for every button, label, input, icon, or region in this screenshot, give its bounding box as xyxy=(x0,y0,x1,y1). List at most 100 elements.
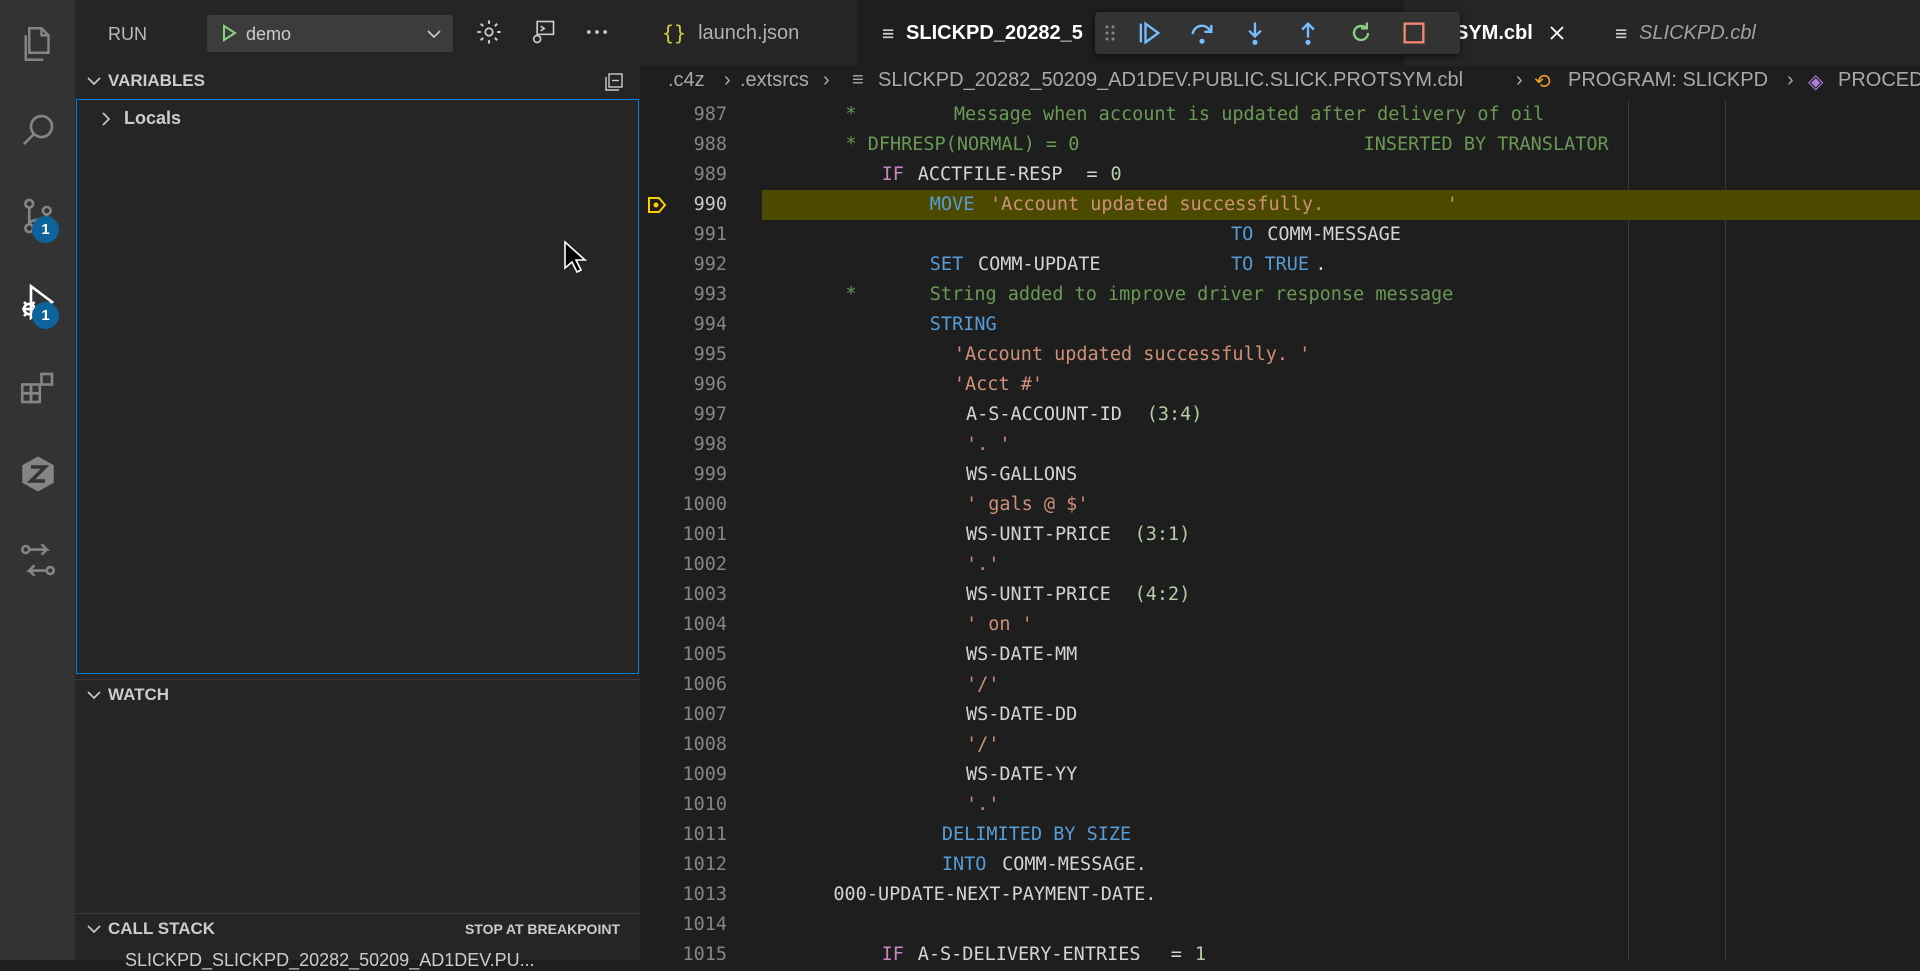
code-line[interactable]: 1003 WS-UNIT-PRICE (4:2) xyxy=(640,580,1920,610)
line-number: 987 xyxy=(693,104,727,125)
debug-console-icon[interactable] xyxy=(529,18,557,46)
code-editor[interactable]: 987 * Message when account is updated afte… xyxy=(640,100,1920,960)
more-actions-icon[interactable] xyxy=(583,18,611,46)
code-token: 000-UPDATE-NEXT-PAYMENT-DATE. xyxy=(833,884,1157,905)
code-line[interactable]: 995 'Account updated successfully. ' xyxy=(640,340,1920,370)
line-number: 1001 xyxy=(682,524,727,545)
call-stack-section-header[interactable]: CALL STACK STOP AT BREAKPOINT xyxy=(75,914,640,944)
code-line[interactable]: 996 'Acct #' xyxy=(640,370,1920,400)
watch-section-header[interactable]: WATCH xyxy=(75,680,640,710)
code-line[interactable]: 997 A-S-ACCOUNT-ID (3:4) xyxy=(640,400,1920,430)
editor-area: {} launch.json ≡ SLICKPD_20282_5 SYM.cbl… xyxy=(640,0,1920,960)
code-line[interactable]: 1012 INTO COMM-MESSAGE. xyxy=(640,850,1920,880)
breadcrumb: .c4z › .extsrcs › ≡ SLICKPD_20282_50209_… xyxy=(640,66,1920,100)
breakpoint-arrow-icon[interactable] xyxy=(646,194,668,216)
code-line[interactable]: 1008 '/' xyxy=(640,730,1920,760)
launch-config-dropdown[interactable]: demo xyxy=(207,15,453,52)
text-file-icon: ≡ xyxy=(852,69,864,91)
variables-section-header[interactable]: VARIABLES xyxy=(75,66,640,96)
code-line[interactable]: 1000 ' gals @ $' xyxy=(640,490,1920,520)
code-line[interactable]: 1007 WS-DATE-DD xyxy=(640,700,1920,730)
line-number: 997 xyxy=(693,404,727,425)
code-line[interactable]: 994 STRING xyxy=(640,310,1920,340)
code-line[interactable]: 992 SET COMM-UPDATE TO TRUE. xyxy=(640,250,1920,280)
breadcrumb-item[interactable]: .c4z xyxy=(668,69,705,92)
start-debugging-icon[interactable] xyxy=(219,23,239,43)
code-line[interactable]: 1004 ' on ' xyxy=(640,610,1920,640)
code-line[interactable]: 988 * DFHRESP(NORMAL) = 0 INSERTED BY TRAN… xyxy=(640,130,1920,160)
chevron-right-icon: › xyxy=(1516,69,1523,91)
explorer-icon[interactable] xyxy=(0,8,75,80)
code-token: 'Account updated successfully. ' xyxy=(953,344,1311,365)
run-debug-icon[interactable]: 1 xyxy=(0,266,75,338)
chevron-down-icon xyxy=(87,691,101,700)
code-token: 'Acct #' xyxy=(953,374,1043,395)
tab-slickpd-cbl[interactable]: ≡ SLICKPD.cbl xyxy=(1615,0,1756,66)
breadcrumb-item[interactable]: .extsrcs xyxy=(740,69,809,92)
tab-label: SLICKPD_20282_5 xyxy=(906,21,1083,44)
step-over-icon[interactable] xyxy=(1188,19,1216,47)
remote-icon[interactable] xyxy=(0,524,75,596)
code-line[interactable]: 1015 IF A-S-DELIVERY-ENTRIES = 1 xyxy=(640,940,1920,960)
code-line[interactable]: 1005 WS-DATE-MM xyxy=(640,640,1920,670)
source-control-icon[interactable]: 1 xyxy=(0,180,75,252)
code-line[interactable]: 1013 000-UPDATE-NEXT-PAYMENT-DATE. xyxy=(640,880,1920,910)
variables-panel[interactable]: Locals xyxy=(76,99,639,674)
line-number: 1002 xyxy=(682,554,727,575)
search-icon[interactable] xyxy=(0,94,75,166)
breadcrumb-item[interactable]: PROCED xyxy=(1838,69,1920,92)
code-token: Message when account is updated after de… xyxy=(953,104,1545,125)
code-line[interactable]: 999 WS-GALLONS xyxy=(640,460,1920,490)
code-line[interactable]: 1010 '.' xyxy=(640,790,1920,820)
code-token: DELIMITED BY SIZE xyxy=(941,824,1132,845)
code-line[interactable]: 990 MOVE 'Account updated successfully. ' xyxy=(640,190,1920,220)
step-out-icon[interactable] xyxy=(1294,19,1322,47)
program-symbol-icon: ⟲ xyxy=(1534,71,1551,93)
line-number: 991 xyxy=(693,224,727,245)
breadcrumb-item[interactable]: PROGRAM: SLICKPD xyxy=(1568,69,1768,92)
gear-icon[interactable] xyxy=(475,18,503,46)
code-line[interactable]: 987 * Message when account is updated afte… xyxy=(640,100,1920,130)
code-token: 0 xyxy=(1110,164,1122,185)
drag-handle-icon[interactable] xyxy=(1103,23,1117,43)
code-line[interactable]: 989 IF ACCTFILE-RESP = 0 xyxy=(640,160,1920,190)
chevron-right-icon: › xyxy=(1787,69,1794,91)
call-stack-frame[interactable]: SLICKPD_SLICKPD_20282_50209_AD1DEV.PU... xyxy=(125,950,535,971)
code-line[interactable]: 991 TO COMM-MESSAGE xyxy=(640,220,1920,250)
close-icon[interactable] xyxy=(1548,24,1566,42)
step-into-icon[interactable] xyxy=(1241,19,1269,47)
line-number: 1005 xyxy=(682,644,727,665)
zowe-explorer-icon[interactable] xyxy=(0,438,75,510)
code-token: 1 xyxy=(1194,944,1207,960)
code-line[interactable]: 1001 WS-UNIT-PRICE (3:1) xyxy=(640,520,1920,550)
continue-icon[interactable] xyxy=(1135,19,1163,47)
tab-label-tail: SYM.cbl xyxy=(1455,21,1533,44)
stop-icon[interactable] xyxy=(1400,19,1428,47)
breadcrumb-item[interactable]: SLICKPD_20282_50209_AD1DEV.PUBLIC.SLICK.… xyxy=(878,69,1463,92)
code-line[interactable]: 998 '. ' xyxy=(640,430,1920,460)
line-number: 1009 xyxy=(682,764,727,785)
tab-launch-json[interactable]: {} launch.json xyxy=(662,0,799,66)
line-number: 995 xyxy=(693,344,727,365)
code-line[interactable]: 1009 WS-DATE-YY xyxy=(640,760,1920,790)
extensions-icon[interactable] xyxy=(0,352,75,424)
code-line[interactable]: 993 * String added to improve driver respo… xyxy=(640,280,1920,310)
code-line[interactable]: 1002 '.' xyxy=(640,550,1920,580)
collapse-all-icon[interactable] xyxy=(603,71,625,93)
code-token: COMM-UPDATE xyxy=(978,254,1101,275)
restart-icon[interactable] xyxy=(1347,19,1375,47)
code-token: WS-UNIT-PRICE xyxy=(965,584,1111,605)
watch-title: WATCH xyxy=(108,685,170,704)
code-token: '. ' xyxy=(965,434,1011,455)
code-token: * xyxy=(845,104,857,125)
call-stack-status: STOP AT BREAKPOINT xyxy=(464,921,620,937)
code-token: ' gals @ $' xyxy=(965,494,1089,515)
code-line[interactable]: 1006 '/' xyxy=(640,670,1920,700)
code-line[interactable]: 1014 xyxy=(640,910,1920,940)
code-line[interactable]: 1011 DELIMITED BY SIZE xyxy=(640,820,1920,850)
chevron-down-icon xyxy=(87,77,101,86)
code-token: A-S-ACCOUNT-ID xyxy=(965,404,1122,425)
code-token: IF xyxy=(881,164,904,185)
line-number: 1004 xyxy=(682,614,727,635)
chevron-right-icon xyxy=(102,112,111,126)
